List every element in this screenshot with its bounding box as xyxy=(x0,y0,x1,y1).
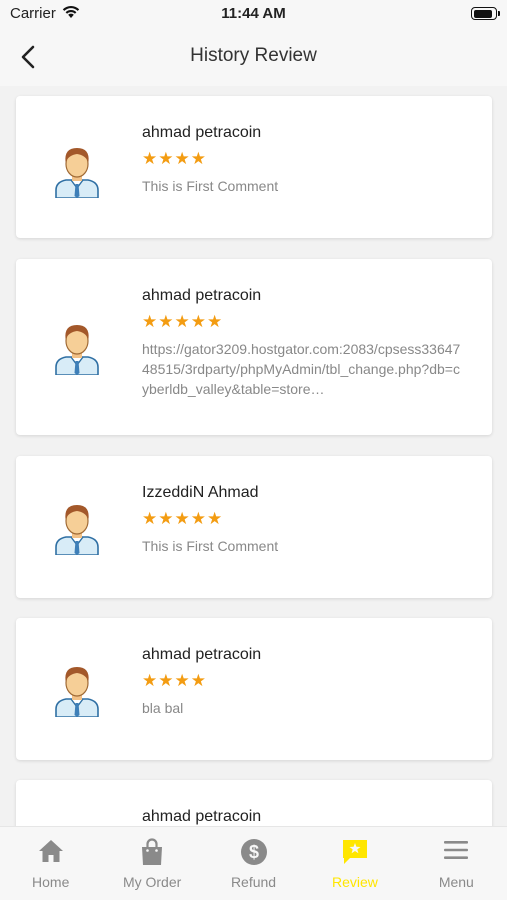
tab-menu[interactable]: Menu xyxy=(406,827,507,900)
user-avatar-icon xyxy=(55,148,99,198)
review-comment: bla bal xyxy=(142,700,184,716)
navigation-bar: History Review xyxy=(0,28,507,86)
user-avatar-icon xyxy=(55,667,99,717)
svg-text:$: $ xyxy=(249,842,259,862)
star-rating: ★★★★★ xyxy=(142,509,224,528)
star-rating: ★★★★★ xyxy=(142,312,224,331)
review-card[interactable]: IzzeddiN Ahmad ★★★★★ This is First Comme… xyxy=(16,456,492,598)
reviewer-name: ahmad petracoin xyxy=(142,287,262,304)
review-card[interactable]: ahmad petracoin ★★★★ bla bal xyxy=(16,618,492,760)
tab-review[interactable]: Review xyxy=(304,827,405,900)
tab-my-order[interactable]: My Order xyxy=(101,827,202,900)
user-avatar-icon xyxy=(55,325,99,375)
user-avatar-icon xyxy=(55,505,99,555)
review-chat-icon xyxy=(342,840,367,864)
battery-icon xyxy=(471,7,500,20)
hamburger-menu-icon xyxy=(444,841,469,859)
review-comment: This is First Comment xyxy=(142,538,279,554)
reviewer-name: ahmad petracoin xyxy=(142,646,262,663)
review-card[interactable]: ahmad petracoin xyxy=(16,780,492,826)
tab-bar: Home My Order $ Refund Review Menu xyxy=(0,826,507,900)
dollar-circle-icon: $ xyxy=(240,839,267,865)
battery-level xyxy=(473,9,493,18)
reviewer-name: IzzeddiN Ahmad xyxy=(142,484,259,501)
review-list[interactable]: ahmad petracoin ★★★★ This is First Comme… xyxy=(0,86,507,826)
tab-label: My Order xyxy=(122,874,182,890)
review-comment: https://gator3209.hostgator.com:2083/cps… xyxy=(142,341,461,397)
tab-label: Refund xyxy=(230,874,277,890)
tab-label: Review xyxy=(331,874,378,890)
tab-refund[interactable]: $ Refund xyxy=(203,827,304,900)
page-title: History Review xyxy=(190,45,317,66)
status-bar: Carrier 11:44 AM xyxy=(0,0,507,28)
reviewer-name: ahmad petracoin xyxy=(142,808,262,825)
shopping-bag-icon xyxy=(142,838,163,865)
star-rating: ★★★★ xyxy=(142,671,207,690)
home-icon xyxy=(38,840,63,862)
tab-label: Menu xyxy=(438,874,474,890)
review-card[interactable]: ahmad petracoin ★★★★★ https://gator3209.… xyxy=(16,259,492,435)
review-card[interactable]: ahmad petracoin ★★★★ This is First Comme… xyxy=(16,96,492,238)
review-comment: This is First Comment xyxy=(142,178,279,194)
clock: 11:44 AM xyxy=(221,5,286,22)
tab-home[interactable]: Home xyxy=(0,827,101,900)
reviewer-name: ahmad petracoin xyxy=(142,124,262,141)
star-rating: ★★★★ xyxy=(142,149,207,168)
tab-label: Home xyxy=(32,874,70,890)
